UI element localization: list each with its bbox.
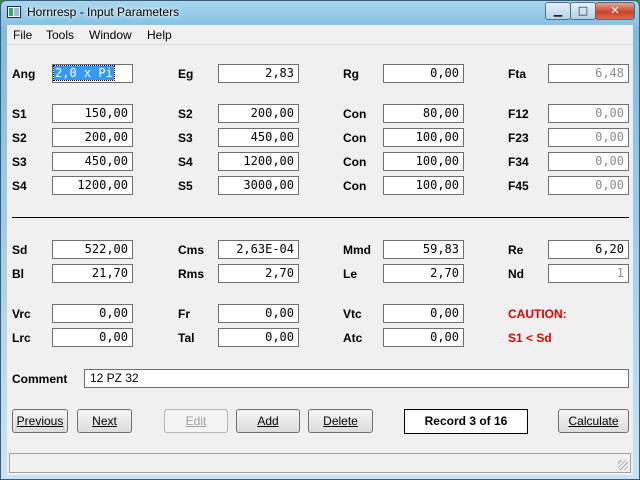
nd-field[interactable]: 1 xyxy=(548,264,629,283)
con1-field[interactable]: 80,00 xyxy=(383,104,464,123)
vtc-field[interactable]: 0,00 xyxy=(383,304,464,323)
label-fr: Fr xyxy=(178,307,190,321)
fta-field: 6,48 xyxy=(548,64,629,83)
main-window: Hornresp - Input Parameters ▁ □ ✕ File T… xyxy=(0,0,640,480)
comment-field[interactable]: 12 PZ 32 xyxy=(84,369,629,388)
s1-field[interactable]: 150,00 xyxy=(52,104,133,123)
add-button[interactable]: Add xyxy=(236,409,300,433)
label-s3-mid: S3 xyxy=(178,131,193,145)
le-field[interactable]: 2,70 xyxy=(383,264,464,283)
label-s5-mid: S5 xyxy=(178,179,193,193)
f34-field: 0,00 xyxy=(548,152,629,171)
label-s4-left: S4 xyxy=(12,179,27,193)
label-con3: Con xyxy=(343,155,367,169)
label-bl: Bl xyxy=(12,267,24,281)
label-comment: Comment xyxy=(12,372,68,386)
rg-field[interactable]: 0,00 xyxy=(383,64,464,83)
caution-message: S1 < Sd xyxy=(508,331,552,345)
calculate-button[interactable]: Calculate xyxy=(558,409,629,433)
label-con4: Con xyxy=(343,179,367,193)
label-vrc: Vrc xyxy=(12,307,31,321)
caution-title: CAUTION: xyxy=(508,307,567,321)
app-icon[interactable] xyxy=(7,6,21,18)
record-indicator: Record 3 of 16 xyxy=(404,409,528,434)
label-le: Le xyxy=(343,267,358,281)
s5-mid-field[interactable]: 3000,00 xyxy=(218,176,299,195)
menu-bar: File Tools Window Help xyxy=(7,25,633,45)
label-con2: Con xyxy=(343,131,367,145)
label-fta: Fta xyxy=(508,67,526,81)
label-ang: Ang xyxy=(12,67,36,81)
label-f23: F23 xyxy=(508,131,529,145)
label-cms: Cms xyxy=(178,243,205,257)
menu-help[interactable]: Help xyxy=(147,28,172,42)
sd-field[interactable]: 522,00 xyxy=(52,240,133,259)
s4-mid-field[interactable]: 1200,00 xyxy=(218,152,299,171)
f12-field: 0,00 xyxy=(548,104,629,123)
lrc-field[interactable]: 0,00 xyxy=(52,328,133,347)
window-title: Hornresp - Input Parameters xyxy=(27,5,180,19)
ang-field[interactable]: 2,0 x Pi xyxy=(52,64,133,83)
cms-field[interactable]: 2,63E-04 xyxy=(218,240,299,259)
label-atc: Atc xyxy=(343,331,363,345)
eg-field[interactable]: 2,83 xyxy=(218,64,299,83)
s3-left-field[interactable]: 450,00 xyxy=(52,152,133,171)
label-con1: Con xyxy=(343,107,367,121)
menu-window[interactable]: Window xyxy=(89,28,132,42)
label-f34: F34 xyxy=(508,155,529,169)
input-parameters-panel: Ang 2,0 x Pi Eg 2,83 Rg 0,00 Fta 6,48 S1… xyxy=(7,45,633,475)
separator-line xyxy=(12,217,629,218)
con3-field[interactable]: 100,00 xyxy=(383,152,464,171)
vrc-field[interactable]: 0,00 xyxy=(52,304,133,323)
label-tal: Tal xyxy=(178,331,195,345)
rms-field[interactable]: 2,70 xyxy=(218,264,299,283)
minimize-button[interactable]: ▁ xyxy=(545,2,571,20)
previous-button[interactable]: Previous xyxy=(12,409,68,433)
re-field[interactable]: 6,20 xyxy=(548,240,629,259)
fr-field[interactable]: 0,00 xyxy=(218,304,299,323)
label-s3-left: S3 xyxy=(12,155,27,169)
mmd-field[interactable]: 59,83 xyxy=(383,240,464,259)
label-s1-left: S1 xyxy=(12,107,27,121)
label-lrc: Lrc xyxy=(12,331,31,345)
label-s2-left: S2 xyxy=(12,131,27,145)
ang-value: 2,0 x Pi xyxy=(53,65,115,81)
menu-file[interactable]: File xyxy=(13,28,32,42)
resize-grip-icon[interactable] xyxy=(618,460,628,470)
s3-mid-field[interactable]: 450,00 xyxy=(218,128,299,147)
f23-field: 0,00 xyxy=(548,128,629,147)
next-button[interactable]: Next xyxy=(77,409,132,433)
label-s2-mid: S2 xyxy=(178,107,193,121)
delete-button[interactable]: Delete xyxy=(308,409,373,433)
con2-field[interactable]: 100,00 xyxy=(383,128,464,147)
f45-field: 0,00 xyxy=(548,176,629,195)
label-sd: Sd xyxy=(12,243,28,257)
label-mmd: Mmd xyxy=(343,243,371,257)
label-f45: F45 xyxy=(508,179,529,193)
label-rg: Rg xyxy=(343,67,359,81)
label-re: Re xyxy=(508,243,524,257)
s2-mid-field[interactable]: 200,00 xyxy=(218,104,299,123)
tal-field[interactable]: 0,00 xyxy=(218,328,299,347)
status-bar xyxy=(9,453,631,473)
label-nd: Nd xyxy=(508,267,524,281)
close-button[interactable]: ✕ xyxy=(595,2,635,20)
title-bar[interactable]: Hornresp - Input Parameters ▁ □ ✕ xyxy=(1,1,639,25)
con4-field[interactable]: 100,00 xyxy=(383,176,464,195)
edit-button: Edit xyxy=(164,409,228,433)
label-f12: F12 xyxy=(508,107,529,121)
maximize-button[interactable]: □ xyxy=(570,2,596,20)
label-rms: Rms xyxy=(178,267,205,281)
label-s4-mid: S4 xyxy=(178,155,193,169)
label-vtc: Vtc xyxy=(343,307,362,321)
menu-tools[interactable]: Tools xyxy=(46,28,74,42)
s4-left-field[interactable]: 1200,00 xyxy=(52,176,133,195)
bl-field[interactable]: 21,70 xyxy=(52,264,133,283)
label-eg: Eg xyxy=(178,67,194,81)
s2-left-field[interactable]: 200,00 xyxy=(52,128,133,147)
atc-field[interactable]: 0,00 xyxy=(383,328,464,347)
